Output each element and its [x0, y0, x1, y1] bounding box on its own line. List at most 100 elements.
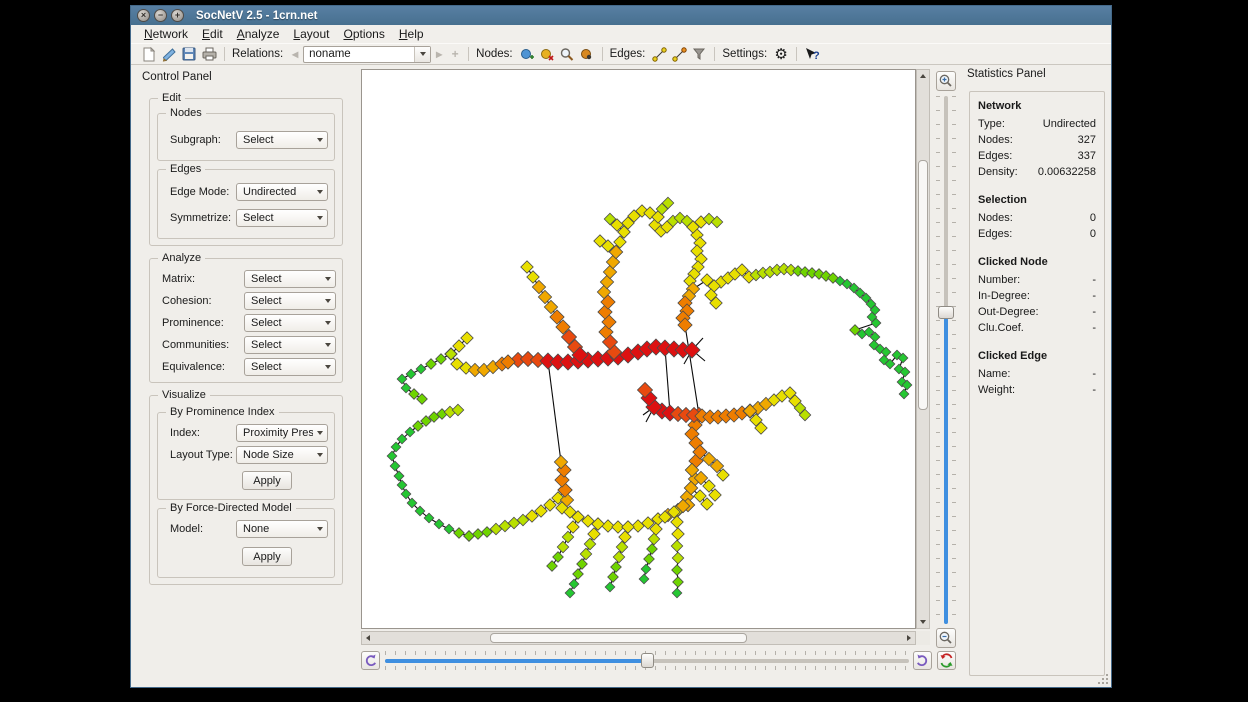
menu-edit[interactable]: Edit [195, 25, 230, 43]
graph-node[interactable] [613, 551, 625, 563]
graph-node[interactable] [671, 540, 683, 552]
matrix-select[interactable]: Select [244, 270, 336, 288]
rotate-left-button[interactable] [361, 651, 380, 670]
graph-node[interactable] [401, 383, 411, 393]
equivalence-select[interactable]: Select [244, 358, 336, 376]
next-relation-icon[interactable]: ▸ [431, 46, 447, 62]
whats-this-icon[interactable]: ? [803, 45, 821, 63]
graph-node[interactable] [436, 354, 447, 365]
apply-force-button[interactable]: Apply [242, 547, 292, 566]
remove-edge-icon[interactable] [670, 45, 688, 63]
graph-node[interactable] [397, 480, 407, 490]
graph-node[interactable] [673, 577, 684, 588]
graph-node[interactable] [577, 559, 588, 570]
reset-view-button[interactable] [937, 651, 956, 670]
zoom-in-button[interactable] [936, 71, 956, 91]
zoom-slider-vertical[interactable] [936, 96, 956, 624]
cohesion-select[interactable]: Select [244, 292, 336, 310]
graph-node[interactable] [616, 541, 628, 553]
graph-node[interactable] [397, 374, 407, 384]
menu-analyze[interactable]: Analyze [230, 25, 287, 43]
graph-node[interactable] [639, 574, 649, 584]
graph-node[interactable] [672, 588, 682, 598]
find-node-icon[interactable] [558, 45, 576, 63]
graph-node[interactable] [672, 565, 683, 576]
close-button[interactable]: × [137, 9, 150, 22]
graph-node[interactable] [647, 544, 658, 555]
rotate-right-button[interactable] [913, 651, 932, 670]
horizontal-scroll-thumb[interactable] [490, 633, 747, 643]
graph-node[interactable] [611, 562, 622, 573]
settings-gear-icon[interactable]: ⚙ [772, 45, 790, 63]
graph-node[interactable] [672, 528, 684, 540]
communities-select[interactable]: Select [244, 336, 336, 354]
graph-node[interactable] [394, 471, 404, 481]
save-file-icon[interactable] [180, 45, 198, 63]
graph-node[interactable] [562, 531, 574, 543]
graph-node[interactable] [527, 271, 539, 283]
scroll-right-icon[interactable] [903, 632, 915, 644]
graph-node[interactable] [416, 364, 426, 374]
resize-grip-icon[interactable] [1098, 674, 1108, 684]
menu-network[interactable]: Network [137, 25, 195, 43]
graph-node[interactable] [648, 533, 660, 545]
graph-canvas[interactable] [361, 69, 916, 629]
graph-node[interactable] [573, 569, 584, 580]
graph-node[interactable] [641, 564, 651, 574]
edge-mode-select[interactable]: Undirected [236, 183, 328, 201]
index-select[interactable]: Proximity Pres [236, 424, 328, 442]
scroll-down-icon[interactable] [917, 616, 929, 628]
graph-node[interactable] [644, 554, 655, 565]
add-node-icon[interactable] [518, 45, 536, 63]
graph-node[interactable] [608, 572, 619, 583]
graph-node[interactable] [391, 442, 401, 452]
scroll-left-icon[interactable] [362, 632, 374, 644]
rotation-slider-handle[interactable] [641, 653, 654, 668]
canvas-horizontal-scrollbar[interactable] [361, 631, 916, 645]
menu-layout[interactable]: Layout [286, 25, 336, 43]
graph-node[interactable] [464, 531, 475, 542]
symmetrize-select[interactable]: Select [236, 209, 328, 227]
relation-combobox[interactable]: noname [303, 46, 431, 63]
add-edge-icon[interactable] [650, 45, 668, 63]
graph-node[interactable] [521, 261, 533, 273]
graph-node[interactable] [553, 552, 564, 563]
graph-node[interactable] [454, 528, 465, 539]
graph-node[interactable] [557, 541, 569, 553]
graph-node[interactable] [899, 389, 909, 399]
graph-node[interactable] [622, 521, 634, 533]
graph-node[interactable] [444, 524, 454, 534]
zoom-slider-handle[interactable] [938, 306, 954, 319]
node-properties-icon[interactable] [578, 45, 596, 63]
graph-node[interactable] [426, 359, 437, 370]
prev-relation-icon[interactable]: ◂ [287, 46, 303, 62]
remove-node-icon[interactable] [538, 45, 556, 63]
graph-node[interactable] [424, 513, 434, 523]
menu-options[interactable]: Options [336, 25, 391, 43]
graph-node[interactable] [672, 552, 684, 564]
graph-node[interactable] [671, 516, 683, 528]
combo-dropdown-icon[interactable] [414, 47, 430, 62]
maximize-button[interactable]: + [171, 9, 184, 22]
layout-type-select[interactable]: Node Size [236, 446, 328, 464]
graph-node[interactable] [605, 582, 615, 592]
add-relation-icon[interactable]: + [447, 46, 463, 62]
new-file-icon[interactable] [140, 45, 158, 63]
graph-node[interactable] [387, 451, 397, 461]
zoom-out-button[interactable] [936, 628, 956, 648]
graph-node[interactable] [569, 579, 579, 589]
subgraph-select[interactable]: Select [236, 131, 328, 149]
apply-prominence-button[interactable]: Apply [242, 471, 292, 490]
scroll-up-icon[interactable] [917, 70, 929, 82]
model-select[interactable]: None [236, 520, 328, 538]
filter-edges-icon[interactable] [690, 45, 708, 63]
rotation-slider[interactable] [385, 651, 909, 670]
graph-node[interactable] [401, 489, 411, 499]
graph-node[interactable] [406, 369, 416, 379]
graph-node[interactable] [565, 588, 575, 598]
minimize-button[interactable]: − [154, 9, 167, 22]
graph-node[interactable] [547, 561, 558, 572]
print-icon[interactable] [200, 45, 218, 63]
prominence-select[interactable]: Select [244, 314, 336, 332]
graph-node[interactable] [619, 531, 631, 543]
